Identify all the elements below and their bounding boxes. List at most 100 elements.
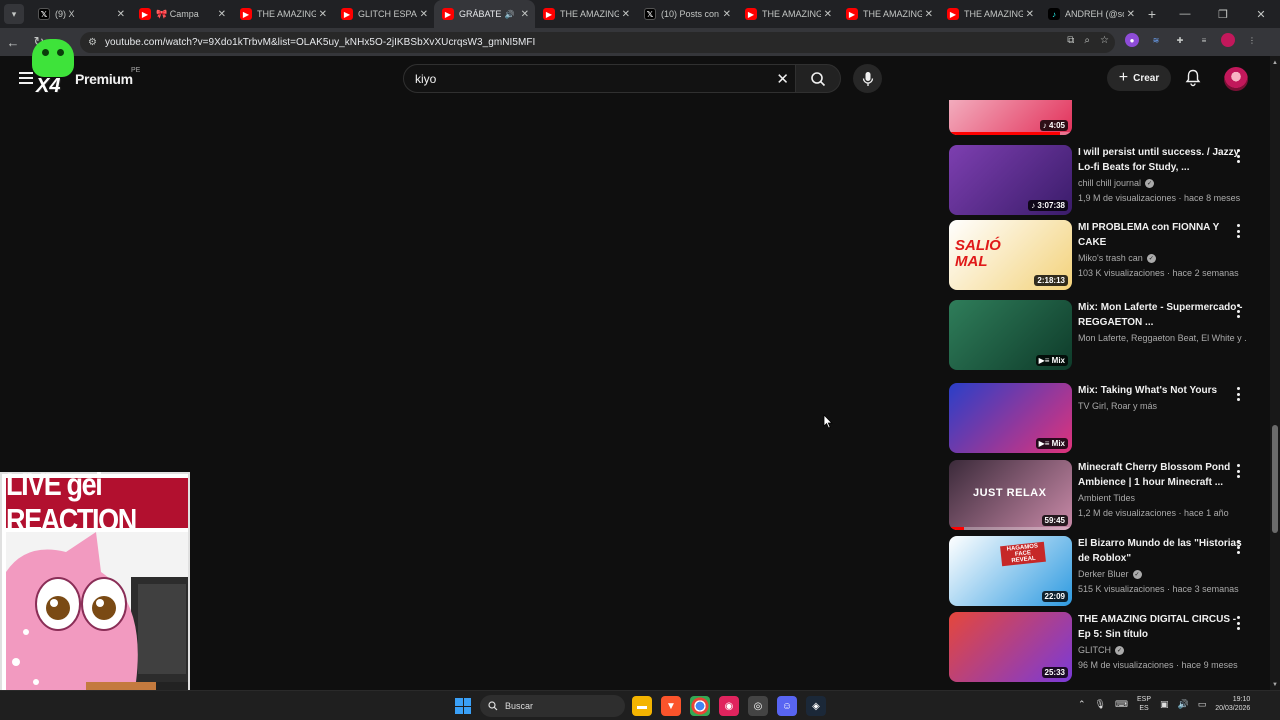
battery-icon[interactable]: ▭	[1198, 699, 1207, 710]
related-video-item[interactable]: 25:33 THE AMAZING DIGITAL CIRCUS - Ep 5: …	[949, 612, 1261, 682]
minimize-button[interactable]: —	[1166, 8, 1204, 20]
close-window-button[interactable]: ✕	[1242, 8, 1280, 21]
close-tab-icon[interactable]: ✕	[521, 9, 529, 20]
video-title[interactable]: El Bizarro Mundo de las "Historias de Ro…	[1078, 536, 1246, 566]
related-video-item[interactable]: HAGAMOS FACE REVEAL 22:09 El Bizarro Mundo…	[949, 536, 1261, 606]
tab-search-button[interactable]: ▾	[4, 4, 24, 24]
browser-tab[interactable]: ♪ ANDREH (@so ✕	[1040, 0, 1141, 28]
channel-name[interactable]: Mon Laferte, Reggaeton Beat, El White y …	[1078, 333, 1246, 343]
brave-browser-icon[interactable]: ▼	[661, 696, 681, 716]
app-icon[interactable]: ◎	[748, 696, 768, 716]
browser-tab[interactable]: ▶ THE AMAZING ✕	[838, 0, 939, 28]
browser-tab[interactable]: ▶ GLITCH ESPAÑ✕	[333, 0, 434, 28]
close-tab-icon[interactable]: ✕	[1127, 9, 1135, 20]
video-thumbnail[interactable]: ▶≡ Mix	[949, 383, 1072, 453]
close-tab-icon[interactable]: ✕	[925, 9, 933, 20]
video-title[interactable]: THE AMAZING DIGITAL CIRCUS - Ep 5: Sin t…	[1078, 612, 1246, 642]
close-tab-icon[interactable]: ✕	[622, 9, 630, 20]
channel-name[interactable]: TV Girl, Roar y más	[1078, 401, 1157, 411]
video-title[interactable]: I will persist until success. / Jazzy Lo…	[1078, 145, 1246, 175]
site-info-icon[interactable]: ⚙	[88, 37, 97, 48]
related-video-item[interactable]: ▶≡ Mix Mix: Taking What's Not Yours TV Gir…	[949, 383, 1261, 453]
close-tab-icon[interactable]: ✕	[1026, 9, 1034, 20]
browser-tab[interactable]: 𝕏 (10) Posts con ✕	[636, 0, 737, 28]
related-video-item[interactable]: JUST RELAX 59:45 Minecraft Cherry Blossom …	[949, 460, 1261, 530]
video-thumbnail[interactable]: 25:33	[949, 612, 1072, 682]
file-explorer-icon[interactable]: ▬	[632, 696, 652, 716]
more-actions-icon[interactable]	[1236, 387, 1240, 401]
youtube-premium-logo[interactable]: Premium	[75, 71, 133, 87]
search-input[interactable]	[415, 71, 755, 86]
scroll-up-icon[interactable]: ▲	[1272, 60, 1278, 66]
more-actions-icon[interactable]	[1236, 616, 1240, 630]
discord-icon[interactable]: ☺	[777, 696, 797, 716]
channel-name[interactable]: Derker Bluer	[1078, 569, 1129, 579]
video-thumbnail[interactable]: ♪ 4:05	[949, 100, 1072, 135]
voice-search-button[interactable]	[853, 64, 882, 93]
video-thumbnail[interactable]: JUST RELAX 59:45	[949, 460, 1072, 530]
extensions-puzzle-icon[interactable]: ✚	[1173, 33, 1187, 47]
profile-icon[interactable]	[1221, 33, 1235, 47]
taskbar-search[interactable]: Buscar	[480, 695, 625, 717]
system-clock[interactable]: 19:10 20/03/2026	[1215, 695, 1250, 713]
scrollbar-thumb[interactable]	[1272, 425, 1278, 533]
browser-tab[interactable]: ▶ THE AMAZING ✕	[939, 0, 1040, 28]
cast-icon[interactable]: ⧉	[1067, 35, 1074, 46]
close-tab-icon[interactable]: ✕	[117, 9, 125, 20]
keyboard-icon[interactable]: ⌨	[1115, 699, 1128, 710]
media-control-icon[interactable]: ≡	[1197, 33, 1211, 47]
address-bar[interactable]: ⚙ youtube.com/watch?v=9Xdo1kTrbvM&list=O…	[80, 32, 1115, 53]
video-thumbnail[interactable]: ▶≡ Mix	[949, 300, 1072, 370]
chrome-icon[interactable]	[690, 696, 710, 716]
volume-icon[interactable]: 🔊	[1178, 699, 1189, 710]
page-scrollbar[interactable]: ▲ ▼	[1270, 56, 1280, 690]
more-actions-icon[interactable]	[1236, 224, 1240, 238]
extension-icon[interactable]: ≋	[1149, 33, 1163, 47]
maximize-button[interactable]: ❐	[1204, 8, 1242, 21]
channel-name[interactable]: Ambient Tides	[1078, 493, 1135, 503]
back-button[interactable]: ←	[0, 35, 26, 50]
notifications-bell-icon[interactable]	[1185, 69, 1201, 87]
close-tab-icon[interactable]: ✕	[420, 9, 428, 20]
scroll-down-icon[interactable]: ▼	[1272, 682, 1278, 688]
video-thumbnail[interactable]: ♪ 3:07:38	[949, 145, 1072, 215]
search-button[interactable]	[795, 64, 841, 93]
tab-audio-icon[interactable]: 🔊	[505, 10, 515, 19]
browser-tab[interactable]: ▶ THE AMAZING ✕	[232, 0, 333, 28]
channel-name[interactable]: chill chill journal	[1078, 178, 1141, 188]
app-icon[interactable]: ◉	[719, 696, 739, 716]
browser-tab[interactable]: ▶ GRÁBATEL 🔊 ✕	[434, 0, 535, 28]
more-actions-icon[interactable]	[1236, 304, 1240, 318]
related-video-item[interactable]: ▶≡ Mix Mix: Mon Laferte - Supermercado - …	[949, 300, 1261, 370]
language-indicator[interactable]: ESP ES	[1137, 695, 1151, 713]
related-video-item[interactable]: ♪ 4:05614 K visualizaciones · hace 1 mes	[949, 100, 1261, 135]
zoom-icon[interactable]: ⌕	[1084, 35, 1090, 46]
tray-overflow-icon[interactable]: ⌃	[1078, 699, 1086, 710]
related-video-item[interactable]: SALIÓ MAL 2:18:13 MI PROBLEMA con FIONNA Y…	[949, 220, 1261, 290]
microphone-tray-icon[interactable]: 🎙	[1095, 699, 1106, 710]
bookmark-star-icon[interactable]: ☆	[1100, 35, 1109, 46]
channel-name[interactable]: GLITCH	[1078, 645, 1111, 655]
video-title[interactable]: Mix: Taking What's Not Yours	[1078, 383, 1246, 398]
steam-icon[interactable]: ◈	[806, 696, 826, 716]
video-thumbnail[interactable]: SALIÓ MAL 2:18:13	[949, 220, 1072, 290]
video-thumbnail[interactable]: HAGAMOS FACE REVEAL 22:09	[949, 536, 1072, 606]
network-icon[interactable]: ▣	[1160, 699, 1169, 710]
account-avatar[interactable]	[1224, 67, 1248, 91]
more-actions-icon[interactable]	[1236, 149, 1240, 163]
browser-menu-icon[interactable]: ⋮	[1245, 33, 1259, 47]
extension-icon[interactable]: ●	[1125, 33, 1139, 47]
video-title[interactable]: Minecraft Cherry Blossom Pond Ambience |…	[1078, 460, 1246, 490]
browser-tab[interactable]: 𝕏 (9) X ✕	[30, 0, 131, 28]
video-title[interactable]: MI PROBLEMA con FIONNA Y CAKE	[1078, 220, 1246, 250]
create-button[interactable]: + Crear	[1107, 65, 1171, 91]
close-tab-icon[interactable]: ✕	[218, 9, 226, 20]
related-video-item[interactable]: ♪ 3:07:38 I will persist until success. /…	[949, 145, 1261, 215]
video-title[interactable]: Mix: Mon Laferte - Supermercado - REGGAE…	[1078, 300, 1246, 330]
more-actions-icon[interactable]	[1236, 540, 1240, 554]
clear-search-icon[interactable]: ✕	[776, 70, 789, 88]
browser-tab[interactable]: ▶ THE AMAZING ✕	[535, 0, 636, 28]
close-tab-icon[interactable]: ✕	[319, 9, 327, 20]
channel-name[interactable]: Miko's trash can	[1078, 253, 1143, 263]
close-tab-icon[interactable]: ✕	[824, 9, 832, 20]
